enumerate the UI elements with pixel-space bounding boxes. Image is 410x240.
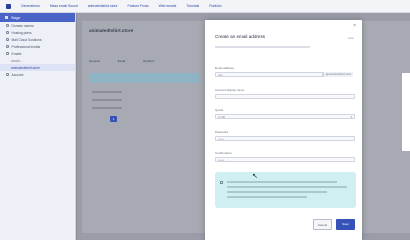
globe-icon [6,24,9,27]
tab-redirect[interactable]: Redirect [143,59,154,65]
display-name-field[interactable] [215,94,355,99]
sidebar-subitem[interactable]: anodo... [0,57,75,64]
sidebar-subitem-active[interactable]: animatedtshirt.store [0,64,75,71]
sidebar-item-hosting[interactable]: Hosting plans [0,29,75,36]
sidebar-item-label: Emails [11,51,22,56]
info-notice [215,172,356,208]
page-title: animatedtshirt.store [89,28,134,33]
side-panel [402,73,410,151]
sidebar-item-emails[interactable]: Emails [0,50,75,57]
close-icon[interactable]: × [353,23,356,29]
sidebar-item-label: Domain names [11,23,34,28]
sidebar-header-label: Stage [11,15,21,20]
info-text [215,46,310,48]
confirm-password-field[interactable]: •••••• [215,157,355,162]
top-link[interactable]: animatedtshirt.store [88,4,118,8]
notice-text-line [227,196,307,198]
save-button[interactable]: Save [336,219,355,230]
tab-email[interactable]: Email [118,59,126,65]
tab-general[interactable]: General [89,59,100,65]
sidebar: Stage Domain names Hosting plans Mail Cl… [0,13,76,240]
modal-title: Create an email address [215,34,266,39]
table-header [89,73,199,83]
sidebar-item-pro-emails[interactable]: Professional emails [0,43,75,50]
sidebar-item-mail-cloud[interactable]: Mail Cloud Solutions [0,36,75,43]
server-icon [6,31,9,34]
sidebar-item-label: Professional emails [11,44,41,49]
sidebar-item-label: Hosting plans [11,30,32,35]
sidebar-item-label: animatedtshirt.store [11,65,40,70]
table-row[interactable] [92,91,122,93]
sidebar-item-label: anodo... [11,58,23,63]
top-link[interactable]: Portfolio [209,4,221,8]
password-label: Password [215,130,229,134]
quota-label: Quota [215,108,224,112]
sidebar-item-label: Mail Cloud Solutions [11,37,42,42]
notice-checkbox[interactable] [220,181,223,184]
quota-select[interactable]: 5 GB [215,114,355,119]
help-link[interactable]: Help [348,36,354,40]
top-link[interactable]: Tutorials [186,4,199,8]
create-email-modal: × Create an email address Help Email add… [205,20,362,240]
user-icon [6,73,9,76]
brand-logo-icon[interactable] [6,3,11,9]
pagination-button[interactable]: 1 [110,116,117,122]
cloud-icon [6,38,9,41]
sidebar-item-account[interactable]: Account [0,71,75,78]
email-label: Email address [215,66,235,70]
password-field[interactable]: •••••• [215,136,355,141]
notice-text-line [227,186,347,188]
menu-icon [5,16,8,19]
display-name-label: Account display name [215,88,245,92]
notice-text-line [227,181,337,183]
sidebar-item-label: Account [11,72,24,77]
notice-text-line [227,191,327,193]
sidebar-header[interactable]: Stage [0,13,75,22]
top-link[interactable]: Web emails [159,4,177,8]
email-field[interactable]: info [215,72,323,77]
table-row[interactable] [92,107,122,109]
top-link[interactable]: Generateurs [21,4,40,8]
table-row[interactable] [92,99,122,101]
top-link[interactable]: Feature Posts [128,4,149,8]
domain-suffix: @animatedtshirt.store [323,72,353,77]
tab-bar: General Email Redirect [89,59,209,65]
mouse-cursor-icon: ↖ [252,173,258,180]
mail-icon [6,45,9,48]
top-link[interactable]: Mass email Sound [50,4,78,8]
envelope-icon [6,52,9,55]
sidebar-item-domains[interactable]: Domain names [0,22,75,29]
confirm-label: Confirmation [215,151,233,155]
cancel-button[interactable]: Cancel [313,219,332,230]
top-bar: Generateurs Mass email Sound animatedtsh… [0,0,410,13]
